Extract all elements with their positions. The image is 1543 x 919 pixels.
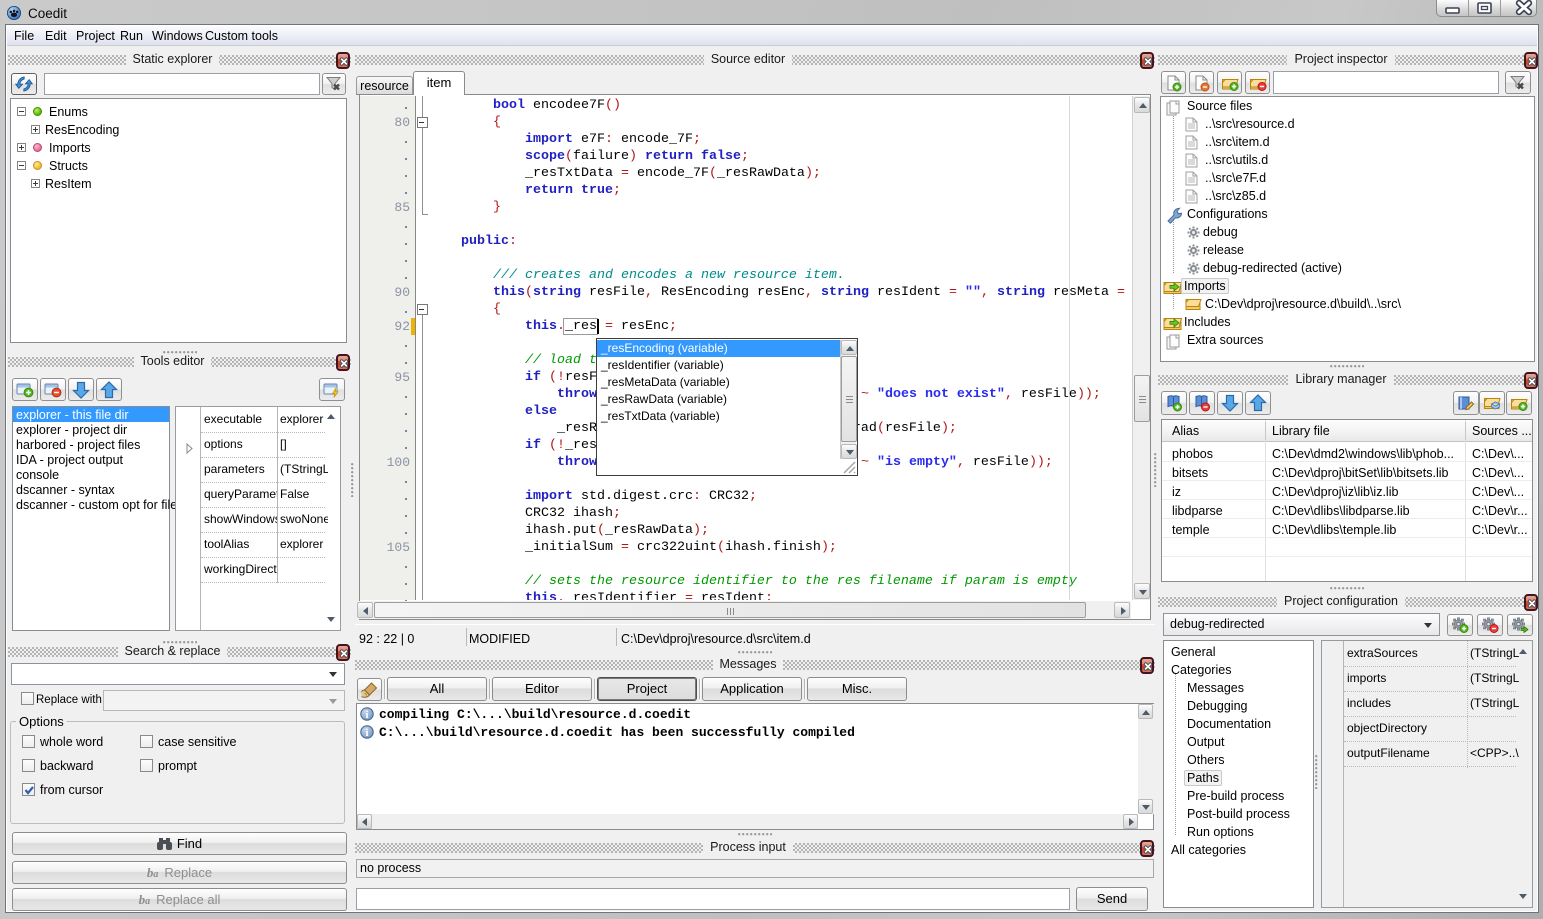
svg-text:i: i (365, 727, 368, 739)
svg-text:i: i (365, 709, 368, 721)
